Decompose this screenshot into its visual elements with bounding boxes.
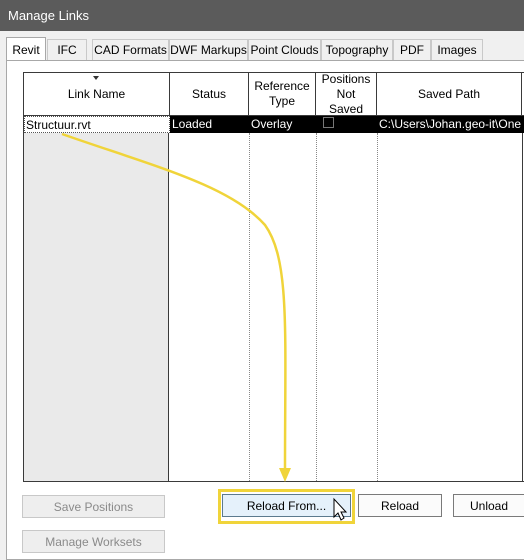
tab-topography[interactable]: Topography xyxy=(321,39,393,60)
save-positions-button[interactable]: Save Positions xyxy=(22,495,165,518)
tab-ifc[interactable]: IFC xyxy=(47,39,87,60)
tab-strip: Revit IFC CAD Formats DWF Markups Point … xyxy=(6,37,524,61)
column-divider xyxy=(316,133,317,481)
column-divider xyxy=(249,133,250,481)
column-header-reference-type[interactable]: Reference Type xyxy=(249,73,316,116)
tab-dwf-markups[interactable]: DWF Markups xyxy=(169,39,248,60)
cell-saved-path[interactable]: C:\Users\Johan.geo-it\One xyxy=(377,116,524,133)
column-divider xyxy=(377,133,378,481)
window-titlebar: Manage Links xyxy=(0,0,524,31)
column-header-positions-not-saved[interactable]: Positions Not Saved xyxy=(316,72,377,116)
column-header-saved-path[interactable]: Saved Path xyxy=(377,73,522,116)
cell-link-name[interactable]: Structuur.rvt xyxy=(24,116,170,133)
window-title: Manage Links xyxy=(8,8,89,23)
cell-status[interactable]: Loaded xyxy=(170,116,249,133)
column-header-link-name[interactable]: Link Name xyxy=(24,73,170,116)
column-divider xyxy=(522,133,523,481)
cell-reference-type[interactable]: Overlay xyxy=(249,116,316,133)
column-header-status[interactable]: Status xyxy=(170,73,249,116)
tab-images[interactable]: Images xyxy=(431,39,483,60)
reload-from-button[interactable]: Reload From... xyxy=(222,494,351,517)
link-name-column xyxy=(24,133,169,481)
tab-revit[interactable]: Revit xyxy=(6,37,46,60)
positions-not-saved-checkbox[interactable] xyxy=(323,117,334,128)
manage-worksets-button[interactable]: Manage Worksets xyxy=(22,530,165,553)
sort-arrow-icon xyxy=(93,76,99,80)
links-table[interactable]: Link Name Status Reference Type Position… xyxy=(23,72,524,482)
tab-point-clouds[interactable]: Point Clouds xyxy=(248,39,321,60)
unload-button[interactable]: Unload xyxy=(453,494,524,517)
tab-cad-formats[interactable]: CAD Formats xyxy=(92,39,169,60)
tab-pdf[interactable]: PDF xyxy=(393,39,431,60)
reload-button[interactable]: Reload xyxy=(358,494,442,517)
